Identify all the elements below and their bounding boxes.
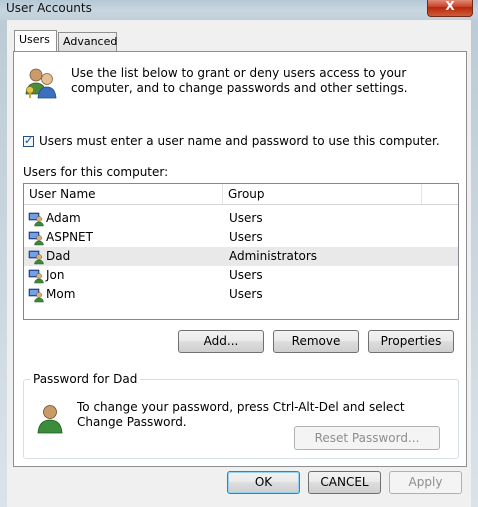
window-frame-left	[0, 20, 7, 507]
user-row-icon	[28, 288, 44, 303]
user-name-cell: Dad	[46, 249, 71, 263]
properties-button[interactable]: Properties	[368, 330, 454, 353]
check-icon: ✓	[24, 134, 34, 147]
user-accounts-window: User Accounts X Users Advanced Use the l…	[0, 0, 478, 507]
remove-user-button[interactable]: Remove	[273, 330, 359, 353]
add-user-button[interactable]: Add...	[178, 330, 264, 353]
user-row-icon	[28, 212, 44, 227]
column-header-group[interactable]: Group	[223, 184, 422, 204]
table-row[interactable]: Jon Users	[24, 266, 458, 285]
user-group-cell: Users	[229, 230, 263, 244]
table-row[interactable]: Adam Users	[24, 209, 458, 228]
close-icon: X	[445, 0, 455, 13]
password-group: Password for Dad To change your password…	[23, 372, 459, 459]
user-row-icon	[28, 231, 44, 246]
window-frame-right	[471, 20, 478, 507]
list-header: User Name Group	[24, 184, 458, 205]
users-tab-panel: Use the list below to grant or deny user…	[13, 51, 467, 467]
cancel-button[interactable]: CANCEL	[308, 471, 381, 494]
ok-button[interactable]: OK	[227, 471, 300, 494]
close-button[interactable]: X	[427, 0, 473, 17]
user-group-cell: Users	[229, 211, 263, 225]
tab-users-label: Users	[19, 33, 50, 46]
user-list[interactable]: User Name Group Adam Users ASPNET Users …	[23, 183, 459, 320]
user-group-cell: Users	[229, 287, 263, 301]
user-name-cell: ASPNET	[46, 230, 93, 244]
apply-button[interactable]: Apply	[389, 471, 462, 494]
table-row-selected[interactable]: Dad Administrators	[24, 247, 458, 266]
user-group-cell: Administrators	[229, 249, 318, 263]
tab-users[interactable]: Users	[14, 30, 57, 51]
users-section-label: Users for this computer:	[23, 165, 169, 179]
title-bar[interactable]: User Accounts X	[0, 0, 478, 20]
password-group-legend: Password for Dad	[30, 372, 141, 386]
intro-text: Use the list below to grant or deny user…	[71, 66, 408, 95]
window-title: User Accounts	[6, 1, 92, 15]
reset-password-button[interactable]: Reset Password...	[294, 426, 440, 450]
table-row[interactable]: ASPNET Users	[24, 228, 458, 247]
user-row-icon	[28, 269, 44, 284]
require-login-label[interactable]: Users must enter a user name and passwor…	[39, 134, 440, 148]
require-login-checkbox[interactable]: ✓	[23, 134, 34, 147]
table-row[interactable]: Mom Users	[24, 285, 458, 304]
user-name-cell: Mom	[46, 287, 76, 301]
dialog-client-area: Users Advanced Use the list below to gra…	[7, 20, 471, 507]
tab-advanced[interactable]: Advanced	[58, 32, 117, 51]
user-group-cell: Users	[229, 268, 263, 282]
tab-advanced-label: Advanced	[63, 35, 118, 48]
user-name-cell: Adam	[46, 211, 81, 225]
user-icon	[37, 405, 63, 434]
users-icon	[25, 68, 57, 99]
user-name-cell: Jon	[46, 268, 65, 282]
user-row-icon	[28, 250, 44, 265]
column-header-user-name[interactable]: User Name	[24, 184, 223, 204]
